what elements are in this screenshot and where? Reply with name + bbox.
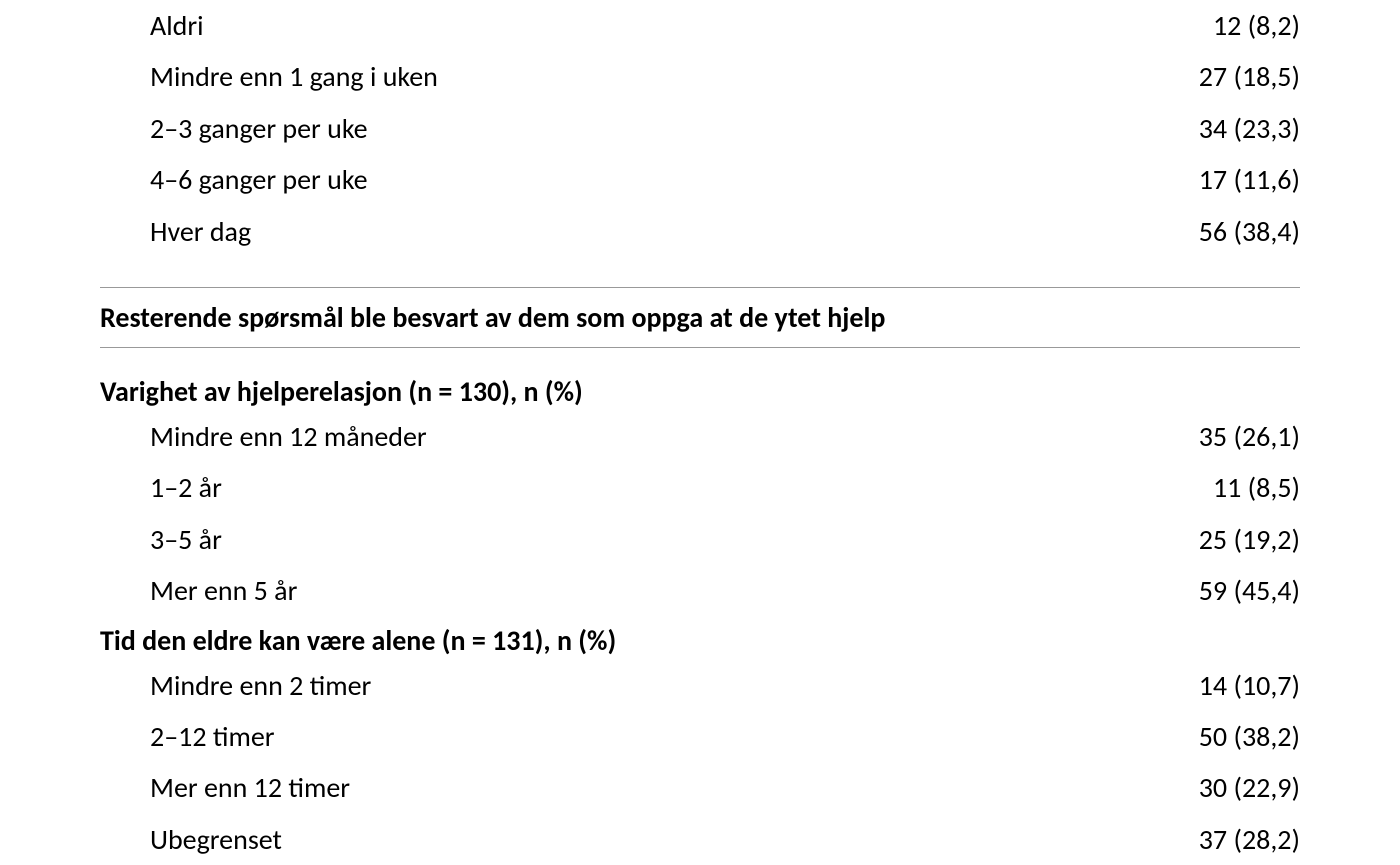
table-row: Mindre enn 12 måneder 35 (26,1) [100,411,1300,462]
row-value: 56 (38,4) [1199,210,1300,253]
row-value: 27 (18,5) [1199,55,1300,98]
table-row: Mindre enn 1 gang i uken 27 (18,5) [100,51,1300,102]
table-row: 2–3 ganger per uke 34 (23,3) [100,103,1300,154]
row-value: 50 (38,2) [1199,715,1300,758]
row-value: 30 (22,9) [1199,766,1300,809]
row-value: 35 (26,1) [1199,415,1300,458]
row-label: Aldri [100,4,1213,47]
table-row: 1–2 år 11 (8,5) [100,462,1300,513]
table-row: Mer enn 12 timer 30 (22,9) [100,762,1300,813]
table-row: Hver dag 56 (38,4) [100,206,1300,257]
row-value: 17 (11,6) [1199,158,1300,201]
row-label: 3–5 år [100,518,1199,561]
section-header: Resterende spørsmål ble besvart av dem s… [100,288,1300,347]
row-value: 25 (19,2) [1199,518,1300,561]
row-value: 37 (28,2) [1199,818,1300,861]
row-label: Mindre enn 12 måneder [100,415,1199,458]
row-label: Mer enn 5 år [100,569,1199,612]
table-row: Ubegrenset 37 (28,2) [100,814,1300,865]
table-row: Aldri 12 (8,2) [100,0,1300,51]
row-value: 11 (8,5) [1213,466,1300,509]
row-value: 59 (45,4) [1199,569,1300,612]
row-label: 1–2 år [100,466,1213,509]
section-header-container: Resterende spørsmål ble besvart av dem s… [100,287,1300,348]
row-label: Hver dag [100,210,1199,253]
row-value: 14 (10,7) [1199,664,1300,707]
group-header: Tid den eldre kan være alene (n = 131), … [100,617,1300,660]
row-label: 4–6 ganger per uke [100,158,1199,201]
table-row: 4–6 ganger per uke 17 (11,6) [100,154,1300,205]
table-container: Aldri 12 (8,2) Mindre enn 1 gang i uken … [0,0,1400,865]
row-label: 2–12 timer [100,715,1199,758]
table-row: Mer enn 5 år 59 (45,4) [100,565,1300,616]
row-label: Ubegrenset [100,818,1199,861]
row-label: Mindre enn 2 timer [100,664,1199,707]
row-value: 34 (23,3) [1199,107,1300,150]
row-label: 2–3 ganger per uke [100,107,1199,150]
row-value: 12 (8,2) [1213,4,1300,47]
table-row: Mindre enn 2 timer 14 (10,7) [100,660,1300,711]
row-label: Mindre enn 1 gang i uken [100,55,1199,98]
row-label: Mer enn 12 timer [100,766,1199,809]
group-header: Varighet av hjelperelasjon (n = 130), n … [100,368,1300,411]
table-row: 2–12 timer 50 (38,2) [100,711,1300,762]
table-row: 3–5 år 25 (19,2) [100,514,1300,565]
